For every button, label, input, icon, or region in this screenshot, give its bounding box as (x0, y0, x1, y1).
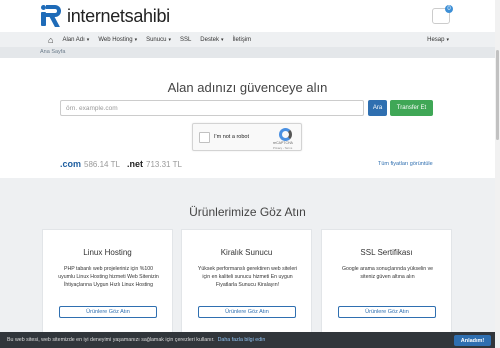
logo-mark-icon (40, 4, 64, 28)
recaptcha-icon (279, 128, 292, 141)
domain-search-input[interactable] (60, 100, 364, 116)
page-scrollbar[interactable] (495, 0, 500, 348)
tld-price-net: .net 713.31 TL (127, 159, 182, 169)
recaptcha-widget: I'm not a robot reCAPTCHA Privacy - Term… (192, 123, 302, 151)
card-title: Linux Hosting (83, 248, 132, 257)
nav-item-alan-adi[interactable]: Alan Adı ▾ (62, 37, 89, 43)
cookie-banner: Bu web sitesi, web sitemizde en iyi dene… (0, 332, 495, 348)
cart-button[interactable]: 0 (432, 5, 453, 24)
products-title: Ürünlerimize Göz Atın (189, 205, 306, 219)
card-description: Google arama sonuçlarında yükselin ve si… (341, 266, 434, 280)
captcha-brand: reCAPTCHA (273, 141, 293, 145)
all-prices-link[interactable]: Tüm fiyatları görüntüle (378, 161, 433, 167)
account-menu[interactable]: Hesap ▾ (427, 33, 449, 46)
product-card-kiralik-sunucu: Kiralık Sunucu Yüksek performanslı gerek… (181, 229, 312, 339)
product-card-linux-hosting: Linux Hosting PHP tabanlı web projelerin… (42, 229, 173, 339)
view-products-button[interactable]: Ürünlere Göz Atın (338, 306, 436, 318)
nav-item-web-hosting[interactable]: Web Hosting ▾ (98, 37, 137, 43)
captcha-label: I'm not a robot (214, 134, 249, 140)
chevron-down-icon: ▾ (220, 36, 224, 43)
domain-search-section: Alan adınızı güvenceye alın Ara Transfer… (0, 58, 495, 178)
scrollbar-thumb[interactable] (496, 50, 499, 140)
tld-price-com: .com 586.14 TL (60, 159, 120, 169)
card-title: SSL Sertifikası (360, 248, 413, 257)
cookie-text: Bu web sitesi, web sitemizde en iyi dene… (7, 337, 215, 343)
cart-badge: 0 (445, 5, 453, 13)
chevron-down-icon: ▾ (168, 36, 171, 43)
card-description: PHP tabanlı web projeleriniz için %100 u… (58, 266, 159, 288)
nav-item-iletisim[interactable]: İletişim (233, 37, 252, 43)
tld-name: .net (127, 159, 144, 169)
cookie-learn-more-link[interactable]: Daha fazla bilgi edin (218, 337, 266, 343)
chevron-down-icon: ▾ (86, 36, 90, 43)
search-button[interactable]: Ara (368, 100, 387, 116)
card-title: Kiralık Sunucu (220, 248, 273, 257)
view-products-button[interactable]: Ürünlere Göz Atın (198, 306, 296, 318)
view-products-button[interactable]: Ürünlere Göz Atın (59, 306, 157, 318)
captcha-terms[interactable]: Privacy - Terms (273, 146, 292, 150)
nav-item-sunucu[interactable]: Sunucu ▾ (146, 37, 171, 43)
card-description: Yüksek performanslı gerektiren web sitel… (197, 266, 298, 288)
tld-name: .com (60, 159, 82, 169)
transfer-button[interactable]: Transfer Et (390, 100, 433, 116)
logo[interactable]: internetsahibi (40, 4, 170, 28)
product-card-ssl: SSL Sertifikası Google arama sonuçlarınd… (321, 229, 452, 339)
nav-item-ssl[interactable]: SSL (180, 37, 191, 43)
tld-price: 586.14 TL (84, 160, 120, 169)
home-icon[interactable]: ⌂ (48, 35, 53, 45)
nav-item-destek[interactable]: Destek ▾ (200, 37, 223, 43)
chevron-down-icon: ▾ (446, 36, 449, 43)
hero-title: Alan adınızı güvenceye alın (167, 80, 328, 95)
captcha-checkbox[interactable] (199, 132, 210, 143)
chevron-down-icon: ▾ (134, 36, 138, 43)
breadcrumb-home[interactable]: Ana Sayfa (40, 49, 65, 55)
breadcrumb: Ana Sayfa (0, 47, 495, 58)
logo-text: internetsahibi (67, 5, 170, 26)
main-nav: ⌂ Alan Adı ▾ Web Hosting ▾ Sunucu ▾ SSL Des… (40, 33, 455, 46)
tld-price: 713.31 TL (146, 160, 182, 169)
cookie-accept-button[interactable]: Anladım! (454, 335, 491, 346)
site-header: internetsahibi 0 (0, 0, 500, 32)
